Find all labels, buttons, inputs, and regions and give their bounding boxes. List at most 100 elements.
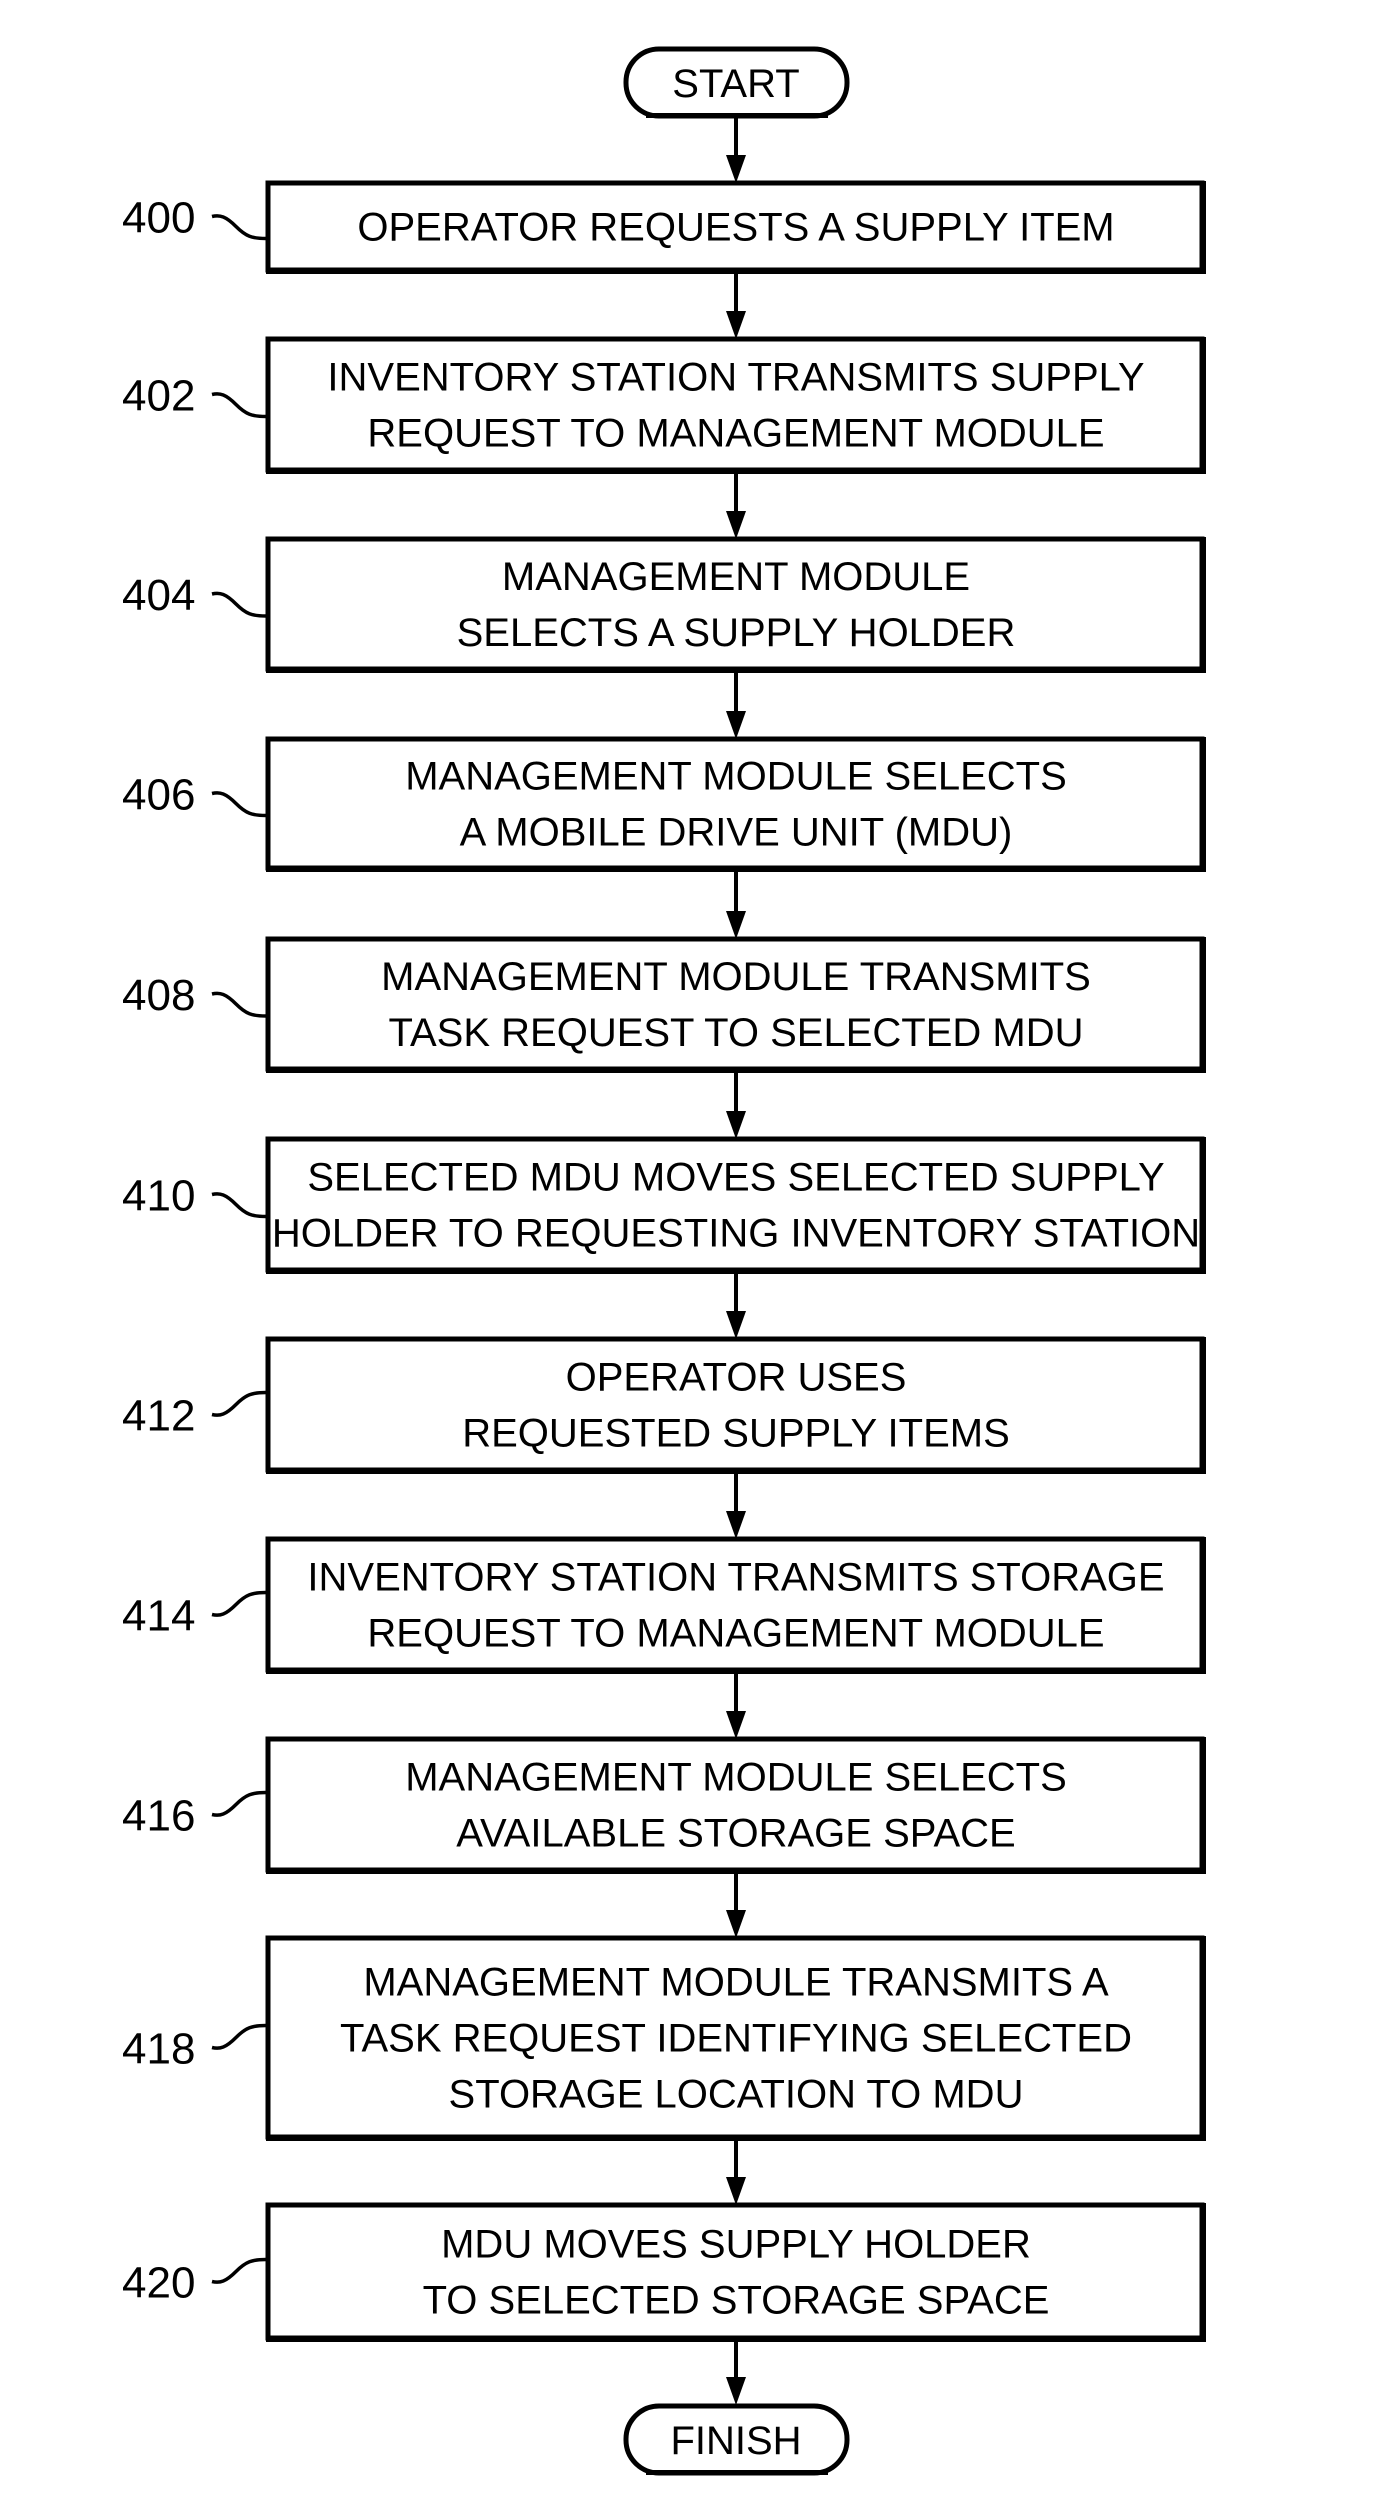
step-412: OPERATOR USES REQUESTED SUPPLY ITEMS 412	[122, 1336, 1206, 1474]
step-box-shadow-right	[1202, 1137, 1206, 1274]
arrowhead-icon	[726, 2377, 746, 2405]
connector-arrow	[726, 1073, 746, 1139]
step-404: MANAGEMENT MODULE SELECTS A SUPPLY HOLDER…	[122, 536, 1206, 673]
step-text-line: HOLDER TO REQUESTING INVENTORY STATION	[272, 1212, 1200, 1256]
arrowhead-icon	[726, 2177, 746, 2205]
step-text-line: OPERATOR REQUESTS A SUPPLY ITEM	[357, 206, 1114, 250]
step-402: INVENTORY STATION TRANSMITS SUPPLY REQUES…	[122, 336, 1206, 474]
arrowhead-icon	[726, 1311, 746, 1339]
step-text-line: REQUESTED SUPPLY ITEMS	[462, 1412, 1010, 1456]
step-text-line: REQUEST TO MANAGEMENT MODULE	[367, 412, 1104, 456]
leader-line	[211, 991, 267, 1018]
reference-numeral: 420	[122, 2259, 195, 2308]
reference-numeral: 416	[122, 1792, 195, 1841]
reference-numeral: 408	[122, 971, 195, 1020]
step-410: SELECTED MDU MOVES SELECTED SUPPLY HOLDER…	[122, 1136, 1206, 1274]
step-box-shadow-bottom	[266, 270, 1206, 274]
connector-arrow	[726, 274, 746, 339]
start-terminal: START	[623, 46, 850, 119]
step-box-shadow-right	[1202, 1737, 1206, 1874]
step-box-shadow-right	[1202, 1537, 1206, 1674]
leader-line	[211, 392, 267, 419]
leader-line	[211, 2257, 267, 2284]
leader-line	[211, 591, 267, 618]
step-text-line: MANAGEMENT MODULE SELECTS	[405, 1756, 1067, 1800]
flowchart: START OPERATOR REQUESTS A SUPPLY ITEM 400…	[122, 46, 1206, 2476]
reference-numeral: 400	[122, 194, 195, 243]
reference-numeral: 410	[122, 1172, 195, 1221]
step-box-shadow-right	[1202, 2203, 1206, 2342]
step-text-line: INVENTORY STATION TRANSMITS STORAGE	[307, 1556, 1164, 1600]
step-text-line: TASK REQUEST IDENTIFYING SELECTED	[340, 2017, 1132, 2061]
step-text-line: TO SELECTED STORAGE SPACE	[423, 2279, 1050, 2323]
step-box-shadow-bottom	[266, 669, 1206, 673]
step-box-shadow-right	[1202, 737, 1206, 872]
leader-line	[211, 1790, 267, 1817]
connector-arrow	[726, 2141, 746, 2205]
finish-label: FINISH	[670, 2419, 801, 2463]
step-text-line: MDU MOVES SUPPLY HOLDER	[441, 2223, 1031, 2267]
step-text-line: OPERATOR USES	[566, 1356, 907, 1400]
connector-arrow	[726, 474, 746, 539]
steps: OPERATOR REQUESTS A SUPPLY ITEM 400 INVENT…	[122, 180, 1206, 2342]
step-box-shadow-right	[1202, 1337, 1206, 1474]
leader-line	[211, 2023, 267, 2050]
arrowhead-icon	[726, 911, 746, 939]
connector-arrow	[726, 1474, 746, 1539]
connector-arrow	[726, 673, 746, 739]
reference-numeral: 414	[122, 1592, 195, 1641]
step-box-shadow-bottom	[266, 1069, 1206, 1073]
reference-numeral: 412	[122, 1392, 195, 1441]
leader-line	[211, 1192, 267, 1219]
step-420: MDU MOVES SUPPLY HOLDER TO SELECTED STORA…	[122, 2202, 1206, 2342]
arrowhead-icon	[726, 511, 746, 539]
step-text-line: A MOBILE DRIVE UNIT (MDU)	[460, 811, 1013, 855]
step-text-line: MANAGEMENT MODULE TRANSMITS	[381, 955, 1091, 999]
step-text-line: STORAGE LOCATION TO MDU	[449, 2073, 1024, 2117]
reference-numeral: 402	[122, 372, 195, 421]
connector-arrow	[726, 1274, 746, 1339]
step-text-line: SELECTED MDU MOVES SELECTED SUPPLY	[307, 1156, 1164, 1200]
step-box-shadow-bottom	[266, 1270, 1206, 1274]
step-box-shadow-right	[1202, 1936, 1206, 2141]
start-terminal-shadow	[646, 113, 828, 118]
step-box-shadow-bottom	[266, 2137, 1206, 2141]
step-416: MANAGEMENT MODULE SELECTS AVAILABLE STORA…	[122, 1736, 1206, 1874]
arrowhead-icon	[726, 311, 746, 339]
step-text-line: REQUEST TO MANAGEMENT MODULE	[367, 1612, 1104, 1656]
step-text-line: MANAGEMENT MODULE SELECTS	[405, 755, 1067, 799]
step-box-shadow-bottom	[266, 868, 1206, 872]
step-414: INVENTORY STATION TRANSMITS STORAGE REQUE…	[122, 1536, 1206, 1674]
connector-arrow	[726, 118, 746, 183]
arrowhead-icon	[726, 1511, 746, 1539]
arrowhead-icon	[726, 1711, 746, 1739]
step-box-shadow-bottom	[266, 1870, 1206, 1874]
reference-numeral: 418	[122, 2025, 195, 2074]
step-box-shadow-bottom	[266, 470, 1206, 474]
step-text-line: SELECTS A SUPPLY HOLDER	[457, 611, 1016, 655]
step-400: OPERATOR REQUESTS A SUPPLY ITEM 400	[122, 180, 1206, 274]
reference-numeral: 404	[122, 571, 195, 620]
arrowhead-icon	[726, 1111, 746, 1139]
step-text-line: MANAGEMENT MODULE TRANSMITS A	[363, 1961, 1109, 2005]
step-408: MANAGEMENT MODULE TRANSMITS TASK REQUEST …	[122, 936, 1206, 1073]
finish-terminal-shadow	[646, 2470, 828, 2475]
leader-line	[211, 1390, 267, 1417]
step-text-line: MANAGEMENT MODULE	[502, 555, 970, 599]
step-box-shadow-bottom	[266, 1670, 1206, 1674]
connector-arrow	[726, 872, 746, 939]
step-box-shadow-right	[1202, 937, 1206, 1073]
step-box-shadow-bottom	[266, 2338, 1206, 2342]
step-text-line: AVAILABLE STORAGE SPACE	[456, 1812, 1015, 1856]
connector-arrow	[726, 1874, 746, 1938]
reference-numeral: 406	[122, 771, 195, 820]
step-text-line: INVENTORY STATION TRANSMITS SUPPLY	[327, 356, 1144, 400]
arrowhead-icon	[726, 1910, 746, 1938]
step-box-shadow-right	[1202, 337, 1206, 474]
leader-line	[211, 791, 267, 818]
connector-arrow	[726, 2342, 746, 2405]
step-418: MANAGEMENT MODULE TRANSMITS A TASK REQUES…	[122, 1935, 1206, 2141]
finish-terminal: FINISH	[623, 2403, 850, 2476]
connector-arrow	[726, 1674, 746, 1739]
step-406: MANAGEMENT MODULE SELECTS A MOBILE DRIVE …	[122, 736, 1206, 872]
